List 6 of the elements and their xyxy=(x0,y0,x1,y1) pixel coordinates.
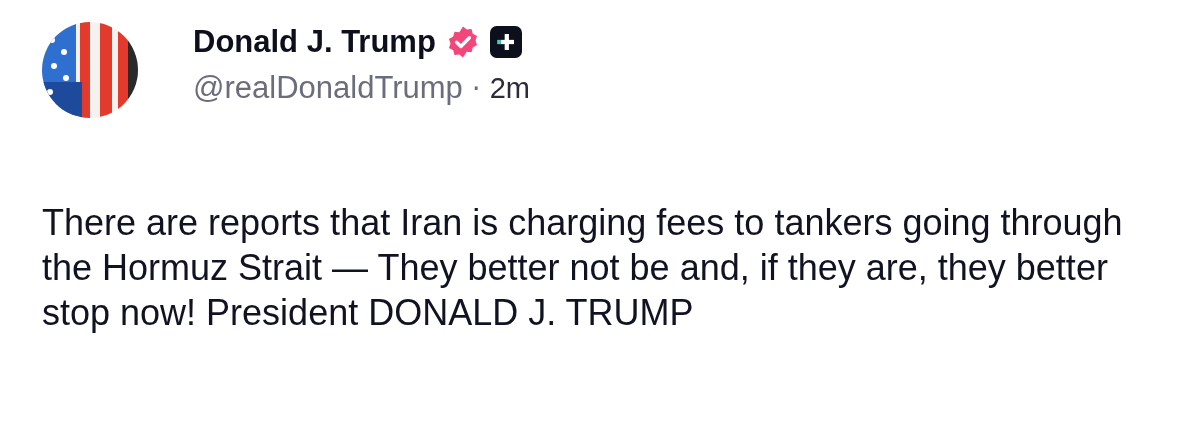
author-name[interactable]: Donald J. Trump xyxy=(193,24,436,60)
plus-icon xyxy=(489,26,522,58)
author-handle[interactable]: @realDonaldTrump xyxy=(193,70,463,106)
post-time[interactable]: 2m xyxy=(489,72,530,105)
separator-dot: · xyxy=(471,72,481,105)
post-text: There are reports that Iran is charging fees to tankers going through the Hormuz Strait — They better not be and, if they are, they better stop now! President DONALD J. TRUMP xyxy=(42,201,1124,335)
